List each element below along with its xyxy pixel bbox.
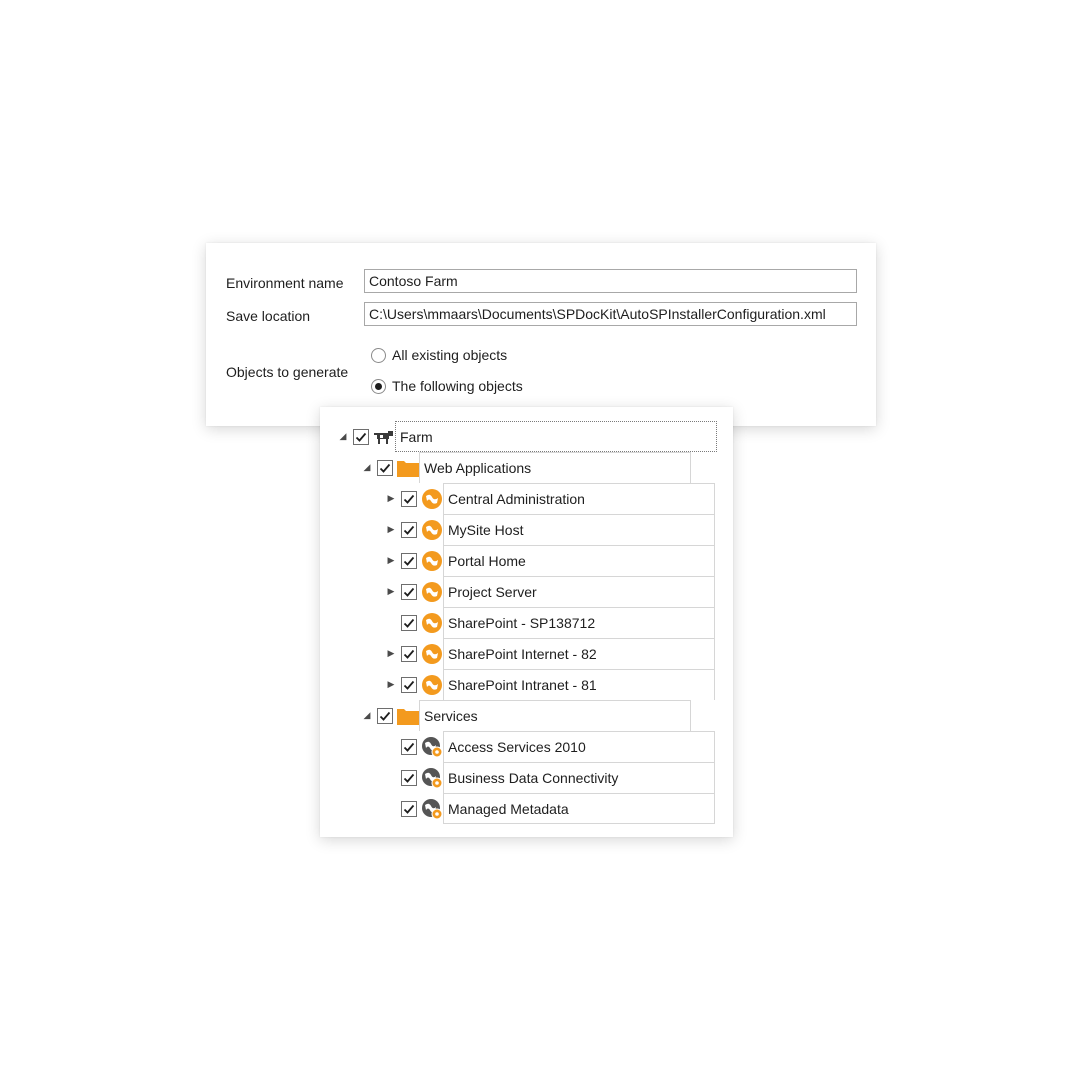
check-icon xyxy=(379,711,391,721)
tree-node-farm[interactable]: ◢ Farm xyxy=(336,421,717,452)
tree-node-service[interactable]: Business Data Connectivity xyxy=(384,762,715,793)
check-icon xyxy=(403,587,415,597)
radio-circle[interactable] xyxy=(371,347,386,363)
objects-to-generate-label: Objects to generate xyxy=(226,364,349,380)
check-icon xyxy=(403,804,415,814)
item-checkbox[interactable] xyxy=(401,614,417,631)
check-icon xyxy=(403,680,415,690)
tree-node-web-application[interactable]: SharePoint - SP138712 xyxy=(384,607,715,638)
tree-node-web-application[interactable]: ▶ Portal Home xyxy=(384,545,715,576)
tree-node-label: Farm xyxy=(395,421,717,452)
tree-node-label: Project Server xyxy=(443,576,715,607)
tree-node-label: SharePoint - SP138712 xyxy=(443,607,715,638)
tree-node-web-application[interactable]: ▶ SharePoint Intranet - 81 xyxy=(384,669,715,700)
check-icon xyxy=(403,556,415,566)
collapse-arrow-icon[interactable]: ◢ xyxy=(360,452,374,483)
tree-node-label: Business Data Connectivity xyxy=(443,762,715,793)
service-icon xyxy=(421,798,443,820)
service-icon xyxy=(421,736,443,758)
expand-arrow-icon[interactable]: ▶ xyxy=(384,669,398,700)
radio-label: All existing objects xyxy=(392,347,508,363)
tree-node-services[interactable]: ◢ Services xyxy=(360,700,691,731)
tree-node-label: MySite Host xyxy=(443,514,715,545)
services-checkbox[interactable] xyxy=(377,707,393,724)
expand-arrow-icon[interactable]: ▶ xyxy=(384,576,398,607)
radio-all-existing-objects[interactable]: All existing objects xyxy=(371,347,507,363)
item-checkbox[interactable] xyxy=(401,645,417,662)
item-checkbox[interactable] xyxy=(401,552,417,569)
radio-following-objects[interactable]: The following objects xyxy=(371,378,523,394)
tree-node-web-application[interactable]: ▶ Central Administration xyxy=(384,483,715,514)
check-icon xyxy=(403,525,415,535)
check-icon xyxy=(403,649,415,659)
settings-panel: Environment name Contoso Farm Save locat… xyxy=(206,243,876,426)
tree-node-web-application[interactable]: ▶ MySite Host xyxy=(384,514,715,545)
expand-arrow-icon[interactable]: ▶ xyxy=(384,483,398,514)
tree-node-web-applications[interactable]: ◢ Web Applications xyxy=(360,452,691,483)
item-checkbox[interactable] xyxy=(401,583,417,600)
collapse-arrow-icon[interactable]: ◢ xyxy=(336,421,350,452)
item-checkbox[interactable] xyxy=(401,738,417,755)
web-application-icon xyxy=(421,519,443,541)
save-location-input[interactable]: C:\Users\mmaars\Documents\SPDocKit\AutoS… xyxy=(364,302,857,326)
environment-name-input[interactable]: Contoso Farm xyxy=(364,269,857,293)
farm-checkbox[interactable] xyxy=(353,428,369,445)
farm-icon xyxy=(373,426,395,448)
collapse-arrow-icon[interactable]: ◢ xyxy=(360,700,374,731)
service-icon xyxy=(421,767,443,789)
expand-arrow-icon[interactable]: ▶ xyxy=(384,638,398,669)
check-icon xyxy=(355,432,367,442)
item-checkbox[interactable] xyxy=(401,521,417,538)
tree-node-label: Web Applications xyxy=(419,452,691,483)
tree-node-service[interactable]: Managed Metadata xyxy=(384,793,715,824)
tree-node-label: Managed Metadata xyxy=(443,793,715,824)
expand-arrow-icon[interactable]: ▶ xyxy=(384,545,398,576)
item-checkbox[interactable] xyxy=(401,769,417,786)
tree-node-web-application[interactable]: ▶ SharePoint Internet - 82 xyxy=(384,638,715,669)
item-checkbox[interactable] xyxy=(401,490,417,507)
tree-node-label: Portal Home xyxy=(443,545,715,576)
tree-node-service[interactable]: Access Services 2010 xyxy=(384,731,715,762)
radio-selected-dot xyxy=(375,382,382,390)
objects-tree: ◢ Farm ◢ Web Applications ▶ Central Admi… xyxy=(320,407,733,837)
radio-label: The following objects xyxy=(392,378,523,394)
check-icon xyxy=(403,742,415,752)
expand-arrow-icon[interactable]: ▶ xyxy=(384,514,398,545)
tree-node-label: SharePoint Internet - 82 xyxy=(443,638,715,669)
tree-node-label: Services xyxy=(419,700,691,731)
web-application-icon xyxy=(421,612,443,634)
web-application-icon xyxy=(421,674,443,696)
check-icon xyxy=(403,494,415,504)
web-applications-checkbox[interactable] xyxy=(377,459,393,476)
tree-node-label: Central Administration xyxy=(443,483,715,514)
tree-node-web-application[interactable]: ▶ Project Server xyxy=(384,576,715,607)
check-icon xyxy=(403,618,415,628)
item-checkbox[interactable] xyxy=(401,676,417,693)
web-application-icon xyxy=(421,550,443,572)
check-icon xyxy=(379,463,391,473)
folder-icon xyxy=(397,705,419,727)
item-checkbox[interactable] xyxy=(401,800,417,817)
folder-icon xyxy=(397,457,419,479)
environment-name-label: Environment name xyxy=(226,275,344,291)
check-icon xyxy=(403,773,415,783)
tree-node-label: SharePoint Intranet - 81 xyxy=(443,669,715,700)
radio-circle[interactable] xyxy=(371,378,386,394)
web-application-icon xyxy=(421,643,443,665)
save-location-label: Save location xyxy=(226,308,311,324)
tree-node-label: Access Services 2010 xyxy=(443,731,715,762)
web-application-icon xyxy=(421,488,443,510)
web-application-icon xyxy=(421,581,443,603)
